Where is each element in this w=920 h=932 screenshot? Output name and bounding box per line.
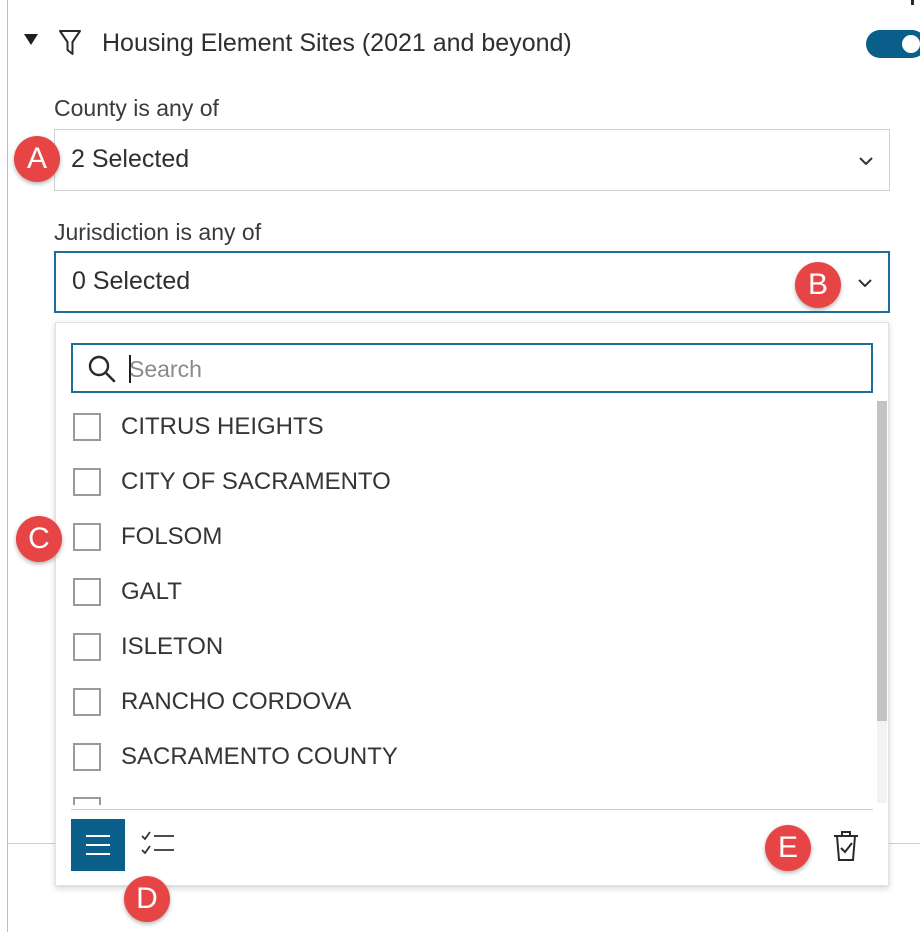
list-lines-icon [86,835,110,855]
panel-left-border [7,0,8,932]
jurisdiction-select-value: 0 Selected [72,267,191,295]
county-select-value: 2 Selected [71,145,190,173]
funnel-filter-icon [59,30,81,55]
panel-divider-left [8,843,55,844]
option-checkbox[interactable] [73,743,101,771]
list-item[interactable]: CITY OF SACRAMENTO [71,462,861,506]
search-box[interactable] [71,343,873,393]
list-item[interactable]: SACRAMENTO COUNTY [71,737,861,781]
trash-check-icon[interactable] [831,829,861,863]
option-label: ISLETON [121,633,224,660]
option-label: SACRAMENTO COUNTY [121,743,398,770]
option-checkbox[interactable] [73,523,101,551]
option-label: GALT [121,578,182,605]
toggle-knob [902,35,920,53]
annotation-marker-d: D [124,876,170,922]
search-input[interactable] [129,355,829,383]
annotation-marker-c: C [16,516,62,562]
magnifier-icon [88,355,116,383]
list-item[interactable]: ISLETON [71,627,861,671]
list-item[interactable]: GALT [71,572,861,616]
layer-title: Housing Element Sites (2021 and beyond) [102,29,572,57]
layer-visibility-toggle[interactable] [866,30,920,58]
jurisdiction-select[interactable]: 0 Selected [54,251,890,313]
jurisdiction-filter-label: Jurisdiction is any of [54,219,262,245]
option-checkbox[interactable] [73,468,101,496]
chevron-down-icon [858,279,872,287]
option-checkbox[interactable] [73,688,101,716]
annotation-marker-b: B [795,262,841,308]
option-checkbox-partial[interactable] [73,797,101,805]
list-view-button[interactable] [71,819,125,871]
option-checkbox[interactable] [73,578,101,606]
scrollbar-thumb[interactable] [877,401,887,721]
option-checkbox[interactable] [73,413,101,441]
option-label: RANCHO CORDOVA [121,688,352,715]
option-label: FOLSOM [121,523,223,550]
footer-divider [71,809,873,810]
option-label: CITRUS HEIGHTS [121,413,324,440]
chevron-down-icon [859,157,873,165]
panel-divider-right [889,843,920,844]
scrollbar[interactable] [877,401,887,803]
option-label: CITY OF SACRAMENTO [121,468,391,495]
list-item[interactable]: CITRUS HEIGHTS [71,407,861,451]
list-item[interactable]: RANCHO CORDOVA [71,682,861,726]
annotation-marker-e: E [765,825,811,871]
county-filter-label: County is any of [54,95,219,121]
text-cursor [129,355,131,383]
annotation-marker-a: A [14,136,60,182]
jurisdiction-dropdown: CITRUS HEIGHTS CITY OF SACRAMENTO FOLSOM… [55,322,889,886]
checklist-icon[interactable] [139,827,177,863]
county-select[interactable]: 2 Selected [54,129,890,191]
list-item[interactable]: FOLSOM [71,517,861,561]
option-checkbox[interactable] [73,633,101,661]
caret-down-icon[interactable] [24,34,38,45]
edge-mark [911,0,914,5]
